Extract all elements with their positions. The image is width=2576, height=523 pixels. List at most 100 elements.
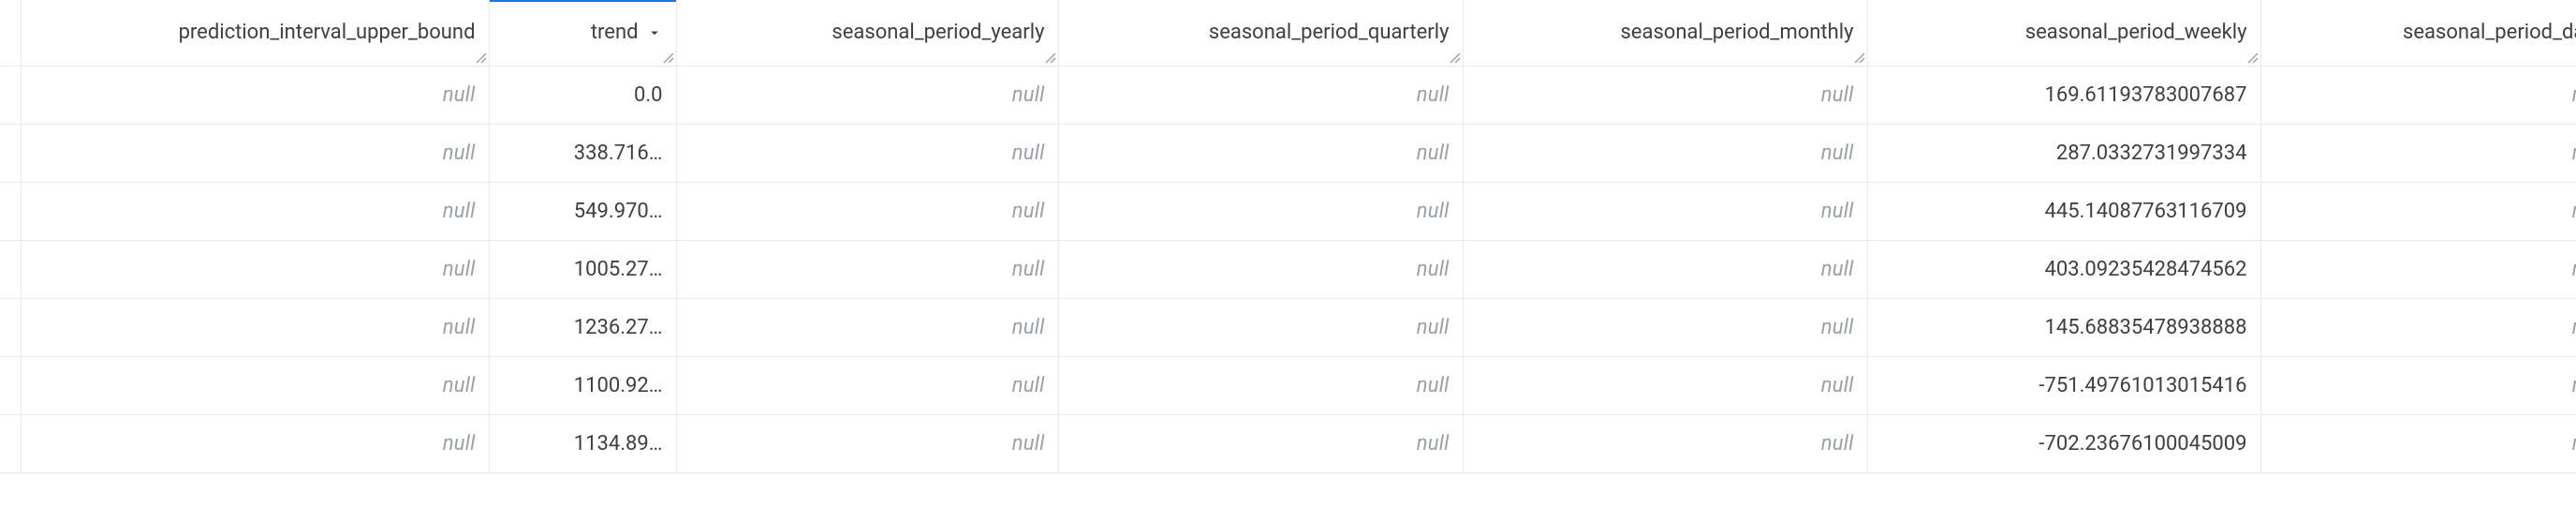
cell-seasonal_period_yearly[interactable]: null bbox=[676, 66, 1058, 124]
null-value: null bbox=[690, 142, 1045, 165]
null-value: null bbox=[1072, 374, 1450, 397]
cell-seasonal_period_daily[interactable]: null bbox=[2260, 124, 2576, 182]
cell-seasonal_period_weekly[interactable]: -751.49761013015416 bbox=[1867, 356, 2260, 414]
column-header-trend[interactable]: trend bbox=[489, 0, 676, 66]
null-value: null bbox=[1477, 83, 1854, 107]
cell-seasonal_period_monthly[interactable]: null bbox=[1463, 298, 1867, 356]
cell-seasonal_period_monthly[interactable]: null bbox=[1463, 356, 1867, 414]
null-value: null bbox=[2274, 374, 2576, 397]
cell-prediction_interval_upper_bound[interactable]: null bbox=[21, 298, 489, 356]
column-header-seasonal_period_daily[interactable]: seasonal_period_daily bbox=[2260, 0, 2576, 66]
cell-prediction_interval_upper_bound[interactable]: null bbox=[21, 66, 489, 124]
cell-value: 403.09235428474562 bbox=[1881, 258, 2247, 281]
cell-seasonal_period_monthly[interactable]: null bbox=[1463, 414, 1867, 472]
cell-seasonal_period_monthly[interactable]: null bbox=[1463, 240, 1867, 298]
cell-seasonal_period_quarterly[interactable]: null bbox=[1058, 66, 1463, 124]
header-row: prediction_interval_upper_bound trend seas… bbox=[0, 0, 2576, 66]
cell-value: 1134.89… bbox=[503, 432, 663, 456]
table-row[interactable]: null 338.716… null null null 287.033273199733… bbox=[0, 124, 2576, 182]
cell-seasonal_period_monthly[interactable]: null bbox=[1463, 182, 1867, 240]
cell-seasonal_period_quarterly[interactable]: null bbox=[1058, 356, 1463, 414]
cell-seasonal_period_yearly[interactable]: null bbox=[676, 240, 1058, 298]
null-value: null bbox=[2274, 142, 2576, 165]
column-header-seasonal_period_yearly[interactable]: seasonal_period_yearly bbox=[676, 0, 1058, 66]
cell-seasonal_period_daily[interactable]: null bbox=[2260, 66, 2576, 124]
cell-seasonal_period_monthly[interactable]: null bbox=[1463, 124, 1867, 182]
cell-seasonal_period_quarterly[interactable]: null bbox=[1058, 298, 1463, 356]
cell-trend[interactable]: 0.0 bbox=[489, 66, 676, 124]
column-resize-handle-icon[interactable] bbox=[1448, 51, 1461, 64]
cell-seasonal_period_weekly[interactable]: 145.68835478938888 bbox=[1867, 298, 2260, 356]
sort-descending-icon[interactable] bbox=[646, 24, 663, 41]
table-row[interactable]: null1005.27…nullnullnull403.092354284745… bbox=[0, 240, 2576, 298]
cell-prediction_interval_upper_bound[interactable]: null bbox=[21, 240, 489, 298]
column-resize-handle-icon[interactable] bbox=[1043, 51, 1056, 64]
table-row[interactable]: null0.0nullnullnull169.61193783007687nul… bbox=[0, 66, 2576, 124]
cell-prediction_interval_upper_bound[interactable]: null bbox=[21, 124, 489, 182]
table-row[interactable]: null549.970…nullnullnull445.140877631167… bbox=[0, 182, 2576, 240]
table-row[interactable]: null1236.27…nullnullnull145.688354789388… bbox=[0, 298, 2576, 356]
cell-value: 549.970… bbox=[503, 200, 663, 223]
cell-seasonal_period_yearly[interactable]: null bbox=[676, 124, 1058, 182]
cell-seasonal_period_yearly[interactable]: null bbox=[676, 298, 1058, 356]
cell-prediction_interval_upper_bound[interactable]: null bbox=[21, 182, 489, 240]
cell-seasonal_period_quarterly[interactable]: null bbox=[1058, 414, 1463, 472]
cell-seasonal_period_daily[interactable]: null bbox=[2260, 414, 2576, 472]
null-value: null bbox=[1477, 316, 1854, 339]
column-header-label: seasonal_period_quarterly bbox=[1209, 21, 1450, 44]
cell-value: 145.68835478938888 bbox=[1881, 316, 2247, 339]
cell-seasonal_period_quarterly[interactable]: null bbox=[1058, 240, 1463, 298]
column-header-label: trend bbox=[591, 21, 639, 44]
null-value: null bbox=[690, 200, 1045, 223]
cell-seasonal_period_daily[interactable]: null bbox=[2260, 182, 2576, 240]
cell-trend[interactable]: 1134.89… bbox=[489, 414, 676, 472]
null-value: null bbox=[35, 316, 476, 339]
cell-seasonal_period_yearly[interactable]: null bbox=[676, 182, 1058, 240]
cell-seasonal_period_weekly[interactable]: 445.14087763116709 bbox=[1867, 182, 2260, 240]
cell-seasonal_period_weekly[interactable]: 169.61193783007687 bbox=[1867, 66, 2260, 124]
null-value: null bbox=[1477, 142, 1854, 165]
cell-seasonal_period_daily[interactable]: null bbox=[2260, 298, 2576, 356]
cell-value: 338.716… bbox=[503, 142, 663, 165]
cell-value: 1100.92… bbox=[503, 374, 663, 397]
cell-seasonal_period_daily[interactable]: null bbox=[2260, 240, 2576, 298]
null-value: null bbox=[690, 432, 1045, 456]
cell-seasonal_period_quarterly[interactable]: null bbox=[1058, 182, 1463, 240]
cell-seasonal_period_weekly[interactable]: -702.23676100045009 bbox=[1867, 414, 2260, 472]
table-row[interactable]: null 1100.92… null null null -751.49761013015… bbox=[0, 356, 2576, 414]
row-lead-sliver bbox=[0, 182, 21, 240]
column-header-seasonal_period_quarterly[interactable]: seasonal_period_quarterly bbox=[1058, 0, 1463, 66]
cell-seasonal_period_weekly[interactable]: 403.09235428474562 bbox=[1867, 240, 2260, 298]
row-lead-sliver bbox=[0, 66, 21, 124]
null-value: null bbox=[690, 83, 1045, 107]
cell-seasonal_period_yearly[interactable]: null bbox=[676, 414, 1058, 472]
cell-seasonal_period_weekly[interactable]: 287.0332731997334 bbox=[1867, 124, 2260, 182]
table-row[interactable]: null1134.89…nullnullnull-702.23676100045… bbox=[0, 414, 2576, 472]
null-value: null bbox=[1072, 142, 1450, 165]
cell-prediction_interval_upper_bound[interactable]: null bbox=[21, 414, 489, 472]
row-lead-sliver bbox=[0, 414, 21, 472]
cell-trend[interactable]: 338.716… bbox=[489, 124, 676, 182]
column-header-prediction_interval_upper_bound[interactable]: prediction_interval_upper_bound bbox=[21, 0, 489, 66]
column-resize-handle-icon[interactable] bbox=[661, 51, 674, 64]
cell-seasonal_period_monthly[interactable]: null bbox=[1463, 66, 1867, 124]
column-resize-handle-icon[interactable] bbox=[1852, 51, 1865, 64]
column-header-label: prediction_interval_upper_bound bbox=[179, 21, 476, 44]
null-value: null bbox=[1477, 374, 1854, 397]
cell-trend[interactable]: 1100.92… bbox=[489, 356, 676, 414]
cell-seasonal_period_yearly[interactable]: null bbox=[676, 356, 1058, 414]
column-resize-handle-icon[interactable] bbox=[2245, 51, 2259, 64]
null-value: null bbox=[2274, 83, 2576, 107]
cell-seasonal_period_daily[interactable]: null bbox=[2260, 356, 2576, 414]
cell-seasonal_period_quarterly[interactable]: null bbox=[1058, 124, 1463, 182]
cell-trend[interactable]: 549.970… bbox=[489, 182, 676, 240]
column-header-seasonal_period_monthly[interactable]: seasonal_period_monthly bbox=[1463, 0, 1867, 66]
cell-trend[interactable]: 1236.27… bbox=[489, 298, 676, 356]
column-header-label: seasonal_period_yearly bbox=[832, 21, 1044, 44]
null-value: null bbox=[1477, 200, 1854, 223]
cell-prediction_interval_upper_bound[interactable]: null bbox=[21, 356, 489, 414]
cell-trend[interactable]: 1005.27… bbox=[489, 240, 676, 298]
column-header-seasonal_period_weekly[interactable]: seasonal_period_weekly bbox=[1867, 0, 2260, 66]
column-resize-handle-icon[interactable] bbox=[474, 51, 487, 64]
cell-value: 1236.27… bbox=[503, 316, 663, 339]
